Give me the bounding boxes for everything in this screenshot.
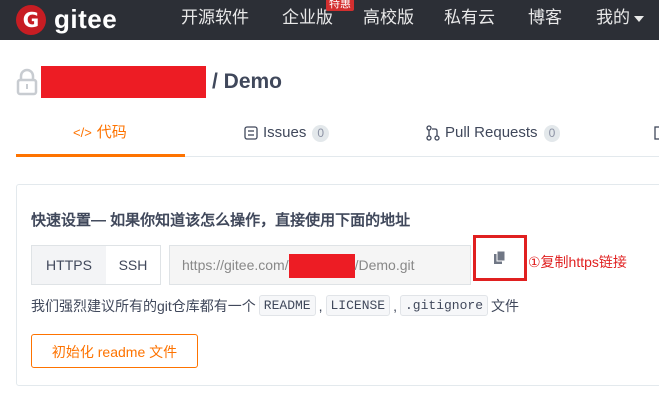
top-navbar: G gitee 开源软件 企业版 特惠 高校版 私有云 博客 我的 xyxy=(0,0,659,40)
pull-request-icon xyxy=(426,125,440,141)
nav-my-menu[interactable]: 我的 xyxy=(596,0,644,40)
tab-issues-label: Issues xyxy=(263,124,307,141)
clone-url-suffix: /Demo.git xyxy=(354,257,415,273)
gitee-logo-icon: G xyxy=(16,4,46,35)
clone-url-input[interactable]: https://gitee.com/ /Demo.git xyxy=(169,245,471,285)
issues-icon xyxy=(244,126,258,140)
readme-code: README xyxy=(258,295,316,316)
gitignore-code: .gitignore xyxy=(400,295,489,316)
nav-blog[interactable]: 博客 xyxy=(528,0,562,40)
tab-pr-label: Pull Requests xyxy=(445,124,538,141)
repo-tabs: </> 代码 Issues 0 Pull Requests 0 xyxy=(16,112,659,157)
gitee-logo[interactable]: G gitee xyxy=(16,4,117,35)
license-code: LICENSE xyxy=(325,295,391,316)
tab-code[interactable]: </> 代码 xyxy=(73,112,127,154)
nav-private-cloud[interactable]: 私有云 xyxy=(444,0,495,40)
chevron-down-icon xyxy=(634,15,644,22)
tab-code-label: 代码 xyxy=(96,124,127,141)
copy-url-button[interactable] xyxy=(473,235,527,281)
tab-more-icon[interactable] xyxy=(654,112,659,154)
separator: , xyxy=(393,297,397,314)
recommend-files-tip: 我们强烈建议所有的git仓库都有一个 README , LICENSE , .g… xyxy=(31,295,519,316)
repo-name[interactable]: / Demo xyxy=(212,70,282,94)
init-readme-button[interactable]: 初始化 readme 文件 xyxy=(31,334,198,368)
separator: , xyxy=(318,297,323,314)
special-offer-badge: 特惠 xyxy=(326,0,354,11)
nav-my-label: 我的 xyxy=(596,8,630,27)
lock-icon xyxy=(16,67,38,97)
active-tab-indicator xyxy=(16,154,185,157)
tab-pull-requests[interactable]: Pull Requests 0 xyxy=(426,112,561,154)
https-toggle-button[interactable]: HTTPS xyxy=(31,245,107,285)
tip-suffix: 文件 xyxy=(491,297,520,314)
repo-header: / Demo xyxy=(16,64,282,100)
quick-setup-title: 快速设置— 如果你知道该怎么操作，直接使用下面的地址 xyxy=(31,212,411,229)
tip-prefix: 我们强烈建议所有的git仓库都有一个 xyxy=(31,297,256,314)
quick-setup-panel: 快速设置— 如果你知道该怎么操作，直接使用下面的地址 HTTPS SSH htt… xyxy=(16,184,659,386)
tab-issues[interactable]: Issues 0 xyxy=(244,112,330,154)
issues-count: 0 xyxy=(312,124,330,142)
ssh-toggle-button[interactable]: SSH xyxy=(106,245,161,285)
nav-open-source[interactable]: 开源软件 xyxy=(181,0,249,40)
redacted-username xyxy=(288,254,355,279)
copy-annotation: ①复制https链接 xyxy=(528,254,627,270)
code-icon: </> xyxy=(73,125,92,140)
clone-url-prefix: https://gitee.com/ xyxy=(182,257,289,273)
copy-icon xyxy=(494,250,506,264)
redacted-owner xyxy=(41,66,206,98)
pr-count: 0 xyxy=(543,124,561,142)
gitee-logo-text: gitee xyxy=(54,4,118,34)
nav-university[interactable]: 高校版 xyxy=(363,0,414,40)
